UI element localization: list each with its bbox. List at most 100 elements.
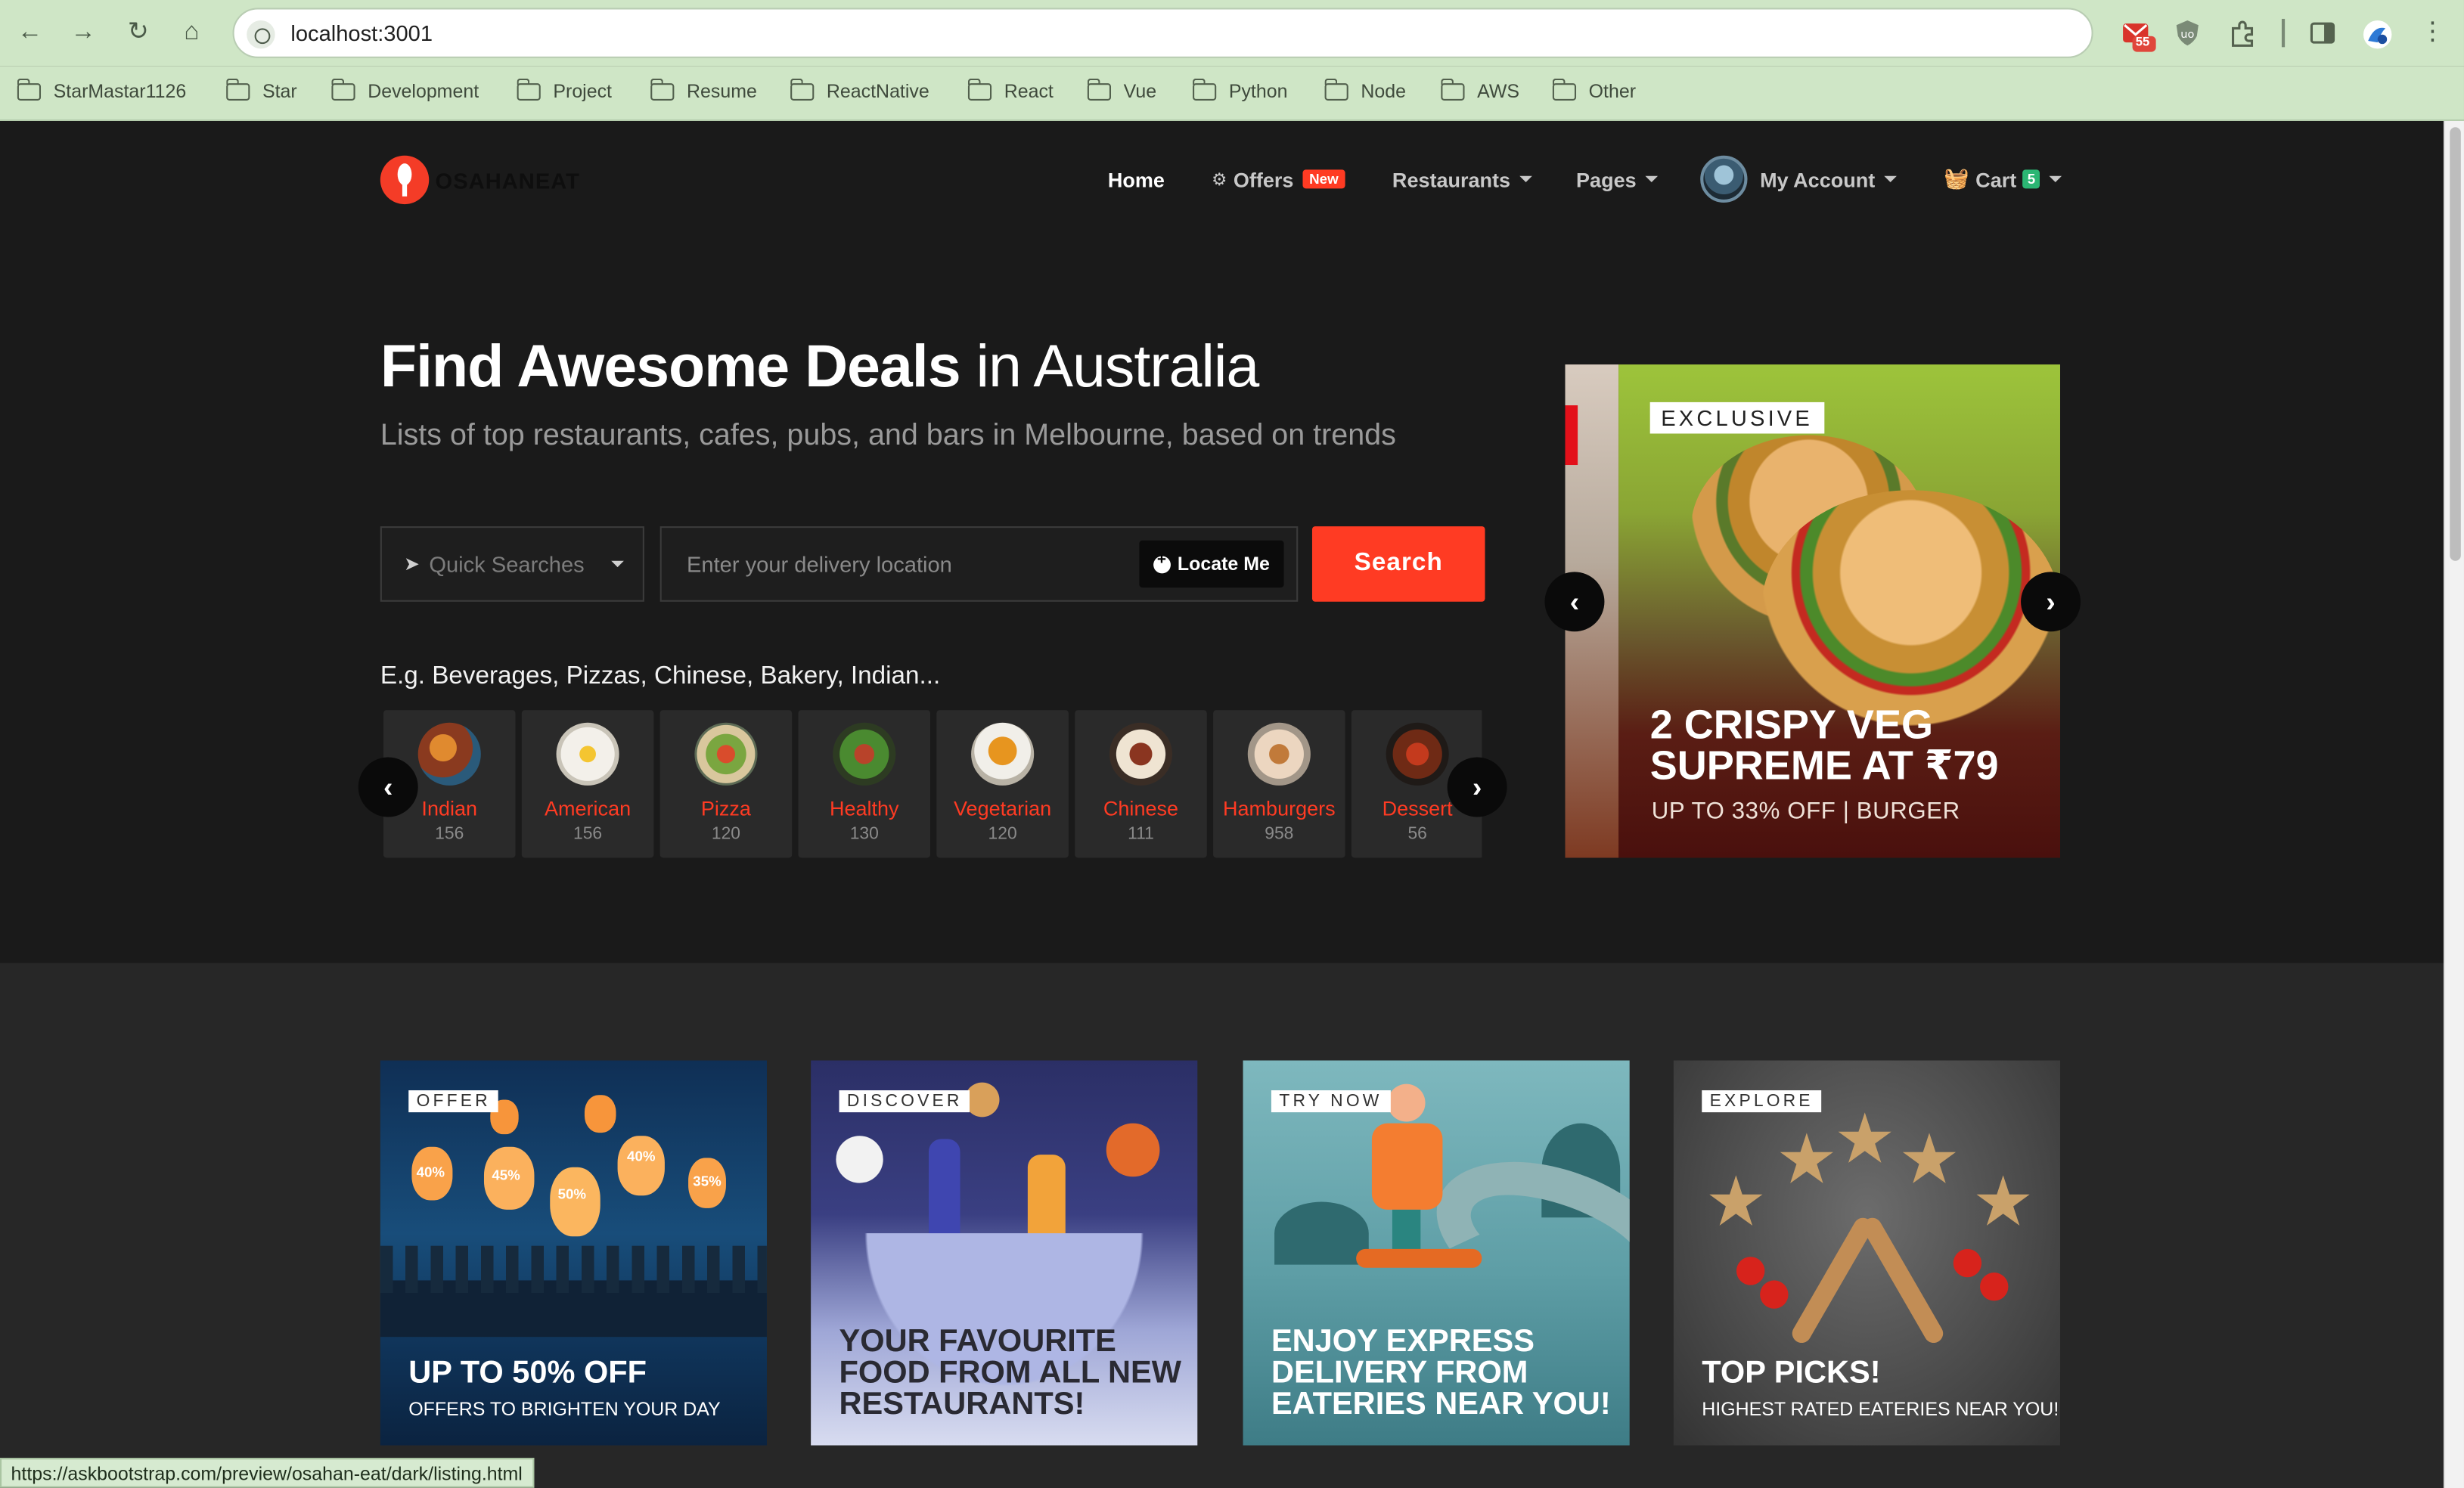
bookmark-folder[interactable]: Project (517, 77, 612, 104)
category-name: Hamburgers (1223, 796, 1336, 820)
category-card[interactable]: Chinese 111 (1075, 710, 1207, 858)
address-bar[interactable]: localhost:3001 (232, 8, 2093, 58)
locate-me-label: Locate Me (1177, 553, 1270, 575)
svg-text:uo: uo (2180, 29, 2194, 41)
folder-icon (1441, 77, 1465, 100)
bookmark-label: StarMastar1126 (53, 79, 187, 103)
bookmark-folder[interactable]: StarMastar1126 (17, 77, 187, 104)
offer-card[interactable]: ★ ★ ★ ★ ★ EXPLORE TOP PICKS! HIGHEST RAT… (1673, 1060, 2060, 1446)
bookmark-folder[interactable]: Other (1552, 77, 1637, 104)
search-button[interactable]: Search (1311, 526, 1485, 602)
category-card[interactable]: American 156 (521, 710, 654, 858)
page-subtitle: Lists of top restaurants, cafes, pubs, a… (380, 419, 1396, 453)
category-count: 156 (435, 824, 464, 844)
location-input[interactable] (663, 529, 1135, 599)
promo-prev-button[interactable]: ‹ (1544, 572, 1605, 632)
offer-card[interactable]: TRY NOW ENJOY EXPRESS DELIVERY FROM EATE… (1243, 1060, 1630, 1446)
folder-icon (517, 77, 541, 100)
bookmark-folder[interactable]: AWS (1441, 77, 1519, 104)
extensions-icon[interactable] (2228, 19, 2256, 47)
card-title: UP TO 50% OFF (408, 1356, 647, 1390)
nav-cart[interactable]: 🧺 Cart 5 (1944, 163, 2062, 195)
category-card[interactable]: Healthy 130 (798, 710, 931, 858)
discount-label: 35% (693, 1173, 722, 1189)
title-bold: Find Awesome Deals (380, 334, 961, 401)
category-prev-button[interactable]: ‹ (358, 757, 418, 817)
folder-icon (967, 77, 992, 100)
bookmark-folder[interactable]: Resume (650, 77, 757, 104)
offer-card[interactable]: 40% 45% 50% 40% 35% OFFER UP TO 50% OFF … (380, 1060, 767, 1446)
bookmark-folder[interactable]: Python (1193, 77, 1287, 104)
chevron-down-icon (1646, 175, 1659, 183)
nav-home[interactable]: Home (1108, 163, 1165, 195)
category-card[interactable]: Hamburgers 958 (1213, 710, 1345, 858)
nav-home-label: Home (1107, 167, 1165, 191)
bookmark-folder[interactable]: Star (226, 77, 297, 104)
promo-banner[interactable]: EXCLUSIVE 2 CRISPY VEG SUPREME AT ₹79 UP… (1565, 364, 2060, 858)
promo-next-button[interactable]: › (2021, 572, 2081, 632)
shield-extension-icon[interactable]: uo (2174, 19, 2202, 47)
nav-account[interactable]: My Account (1700, 154, 1898, 204)
back-icon[interactable]: ← (14, 17, 46, 49)
promo-headline: 2 CRISPY VEG SUPREME AT ₹79 (1649, 700, 1999, 789)
category-count: 130 (849, 824, 879, 844)
category-carousel: Indian 156 American 156 Pizza 120 Health… (383, 710, 1482, 858)
chevron-left-icon: ‹ (1569, 584, 1580, 617)
category-next-button[interactable]: › (1447, 757, 1507, 817)
reload-icon[interactable]: ↻ (123, 17, 154, 49)
nav-restaurants[interactable]: Restaurants (1392, 163, 1533, 195)
offers-section (0, 963, 2444, 1488)
burger-image (1761, 490, 2060, 726)
category-card[interactable]: Vegetarian 120 (936, 710, 1069, 858)
folder-icon (1193, 77, 1217, 100)
side-panel-icon[interactable] (2308, 19, 2336, 47)
chevron-right-icon: › (2046, 584, 2056, 617)
bookmark-folder[interactable]: ReactNative (790, 77, 929, 104)
screen: ← → ↻ ⌂ localhost:3001 55 uo ⋮ StarMasta… (0, 0, 2464, 1488)
category-count: 156 (573, 824, 603, 844)
folder-icon (226, 77, 250, 100)
bookmark-folder[interactable]: Vue (1087, 77, 1157, 104)
bookmark-folder[interactable]: Node (1324, 77, 1406, 104)
new-badge: New (1302, 169, 1345, 189)
pizza-image (694, 722, 758, 786)
chevron-down-icon (1519, 175, 1533, 183)
crosshair-icon (1153, 550, 1171, 573)
bookmark-label: Resume (686, 79, 757, 103)
browser-menu-icon[interactable]: ⋮ (2417, 17, 2449, 49)
nav-offers[interactable]: ⚙ Offers New (1212, 163, 1345, 195)
promo-subtext: UP TO 33% OFF | BURGER (1651, 798, 1960, 825)
page-scrollbar[interactable] (2443, 120, 2464, 1488)
nav-account-label: My Account (1760, 167, 1876, 191)
category-count: 111 (1128, 824, 1154, 844)
category-count: 120 (988, 824, 1017, 844)
category-name: American (545, 796, 632, 820)
bookmark-folder[interactable]: React (967, 77, 1054, 104)
offer-card[interactable]: DISCOVER YOUR FAVOURITE FOOD FROM ALL NE… (811, 1060, 1198, 1446)
locate-me-button[interactable]: Locate Me (1140, 540, 1284, 588)
indian-food-image (417, 722, 481, 786)
site-logo[interactable]: OSAHANEAT (380, 155, 580, 205)
profile-icon[interactable] (2362, 19, 2392, 49)
bookmark-label: Other (1588, 79, 1637, 103)
quick-searches-select[interactable]: ➤ Quick Searches (380, 526, 644, 602)
link-status-bar: https://askbootstrap.com/preview/osahan-… (0, 1458, 534, 1488)
bookmark-label: Vue (1123, 79, 1157, 103)
american-food-image (556, 722, 619, 786)
discount-label: 45% (492, 1167, 520, 1183)
card-tag: DISCOVER (839, 1090, 970, 1113)
category-count: 958 (1265, 824, 1294, 844)
folder-icon (331, 77, 355, 100)
mail-extension-icon[interactable]: 55 (2121, 19, 2156, 52)
discount-label: 40% (627, 1148, 656, 1164)
bookmark-label: Node (1361, 79, 1406, 103)
folder-icon (650, 77, 675, 100)
forward-icon[interactable]: → (67, 17, 99, 49)
nav-pages[interactable]: Pages (1576, 163, 1659, 195)
scrollbar-thumb[interactable] (2450, 127, 2461, 561)
home-icon[interactable]: ⌂ (176, 17, 208, 49)
folder-icon (790, 77, 815, 100)
category-card[interactable]: Pizza 120 (659, 710, 793, 858)
bookmark-folder[interactable]: Development (331, 77, 479, 104)
site-info-icon[interactable] (247, 20, 275, 49)
